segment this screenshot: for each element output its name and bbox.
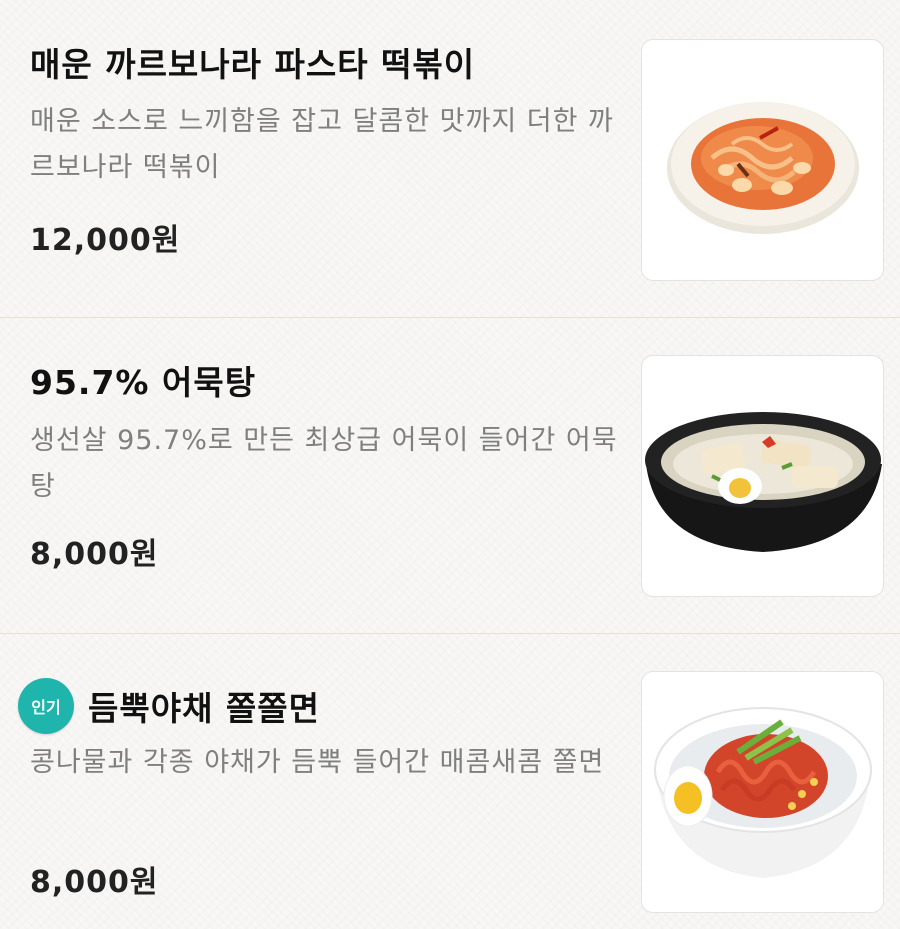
menu-item-image[interactable]	[641, 355, 884, 597]
menu-list: 매운 까르보나라 파스타 떡볶이 매운 소스로 느끼함을 잡고 달콤한 맛까지 …	[0, 0, 900, 929]
menu-item-title: 매운 까르보나라 파스타 떡볶이	[30, 45, 476, 84]
menu-item-title: 95.7% 어묵탕	[30, 363, 257, 402]
menu-item-title-row: 매운 까르보나라 파스타 떡볶이	[30, 38, 475, 86]
fishcake-soup-bowl-icon	[645, 412, 882, 552]
menu-item-fishcake-soup[interactable]: 95.7% 어묵탕 생선살 95.7%로 만든 최상급 어묵이 들어간 어묵탕 …	[0, 318, 900, 634]
menu-item-jjolmyeon[interactable]: 인기 듬뿍야채 쫄쫄면 콩나물과 각종 야채가 듬뿍 들어간 매콤새콤 쫄면 8…	[0, 634, 900, 929]
menu-item-carbonara-tteokbokki[interactable]: 매운 까르보나라 파스타 떡볶이 매운 소스로 느끼함을 잡고 달콤한 맛까지 …	[0, 0, 900, 318]
menu-item-title-row: 95.7% 어묵탕	[30, 356, 256, 404]
jjolmyeon-noodle-bowl-icon	[654, 707, 872, 878]
menu-item-image[interactable]	[641, 39, 884, 281]
menu-item-title: 듬뿍야채 쫄쫄면	[88, 689, 321, 728]
menu-item-title-row: 인기 듬뿍야채 쫄쫄면	[18, 678, 320, 734]
spicy-carbonara-tteokbokki-dish-icon	[667, 102, 859, 234]
menu-item-price: 12,000원	[30, 223, 181, 258]
menu-item-image[interactable]	[641, 671, 884, 913]
menu-item-description: 콩나물과 각종 야채가 듬뿍 들어간 매콤새콤 쫄면	[30, 747, 605, 778]
popular-badge: 인기	[18, 678, 74, 734]
menu-item-description: 생선살 95.7%로 만든 최상급 어묵이 들어간 어묵탕	[30, 425, 618, 502]
menu-item-price: 8,000원	[30, 537, 159, 572]
menu-item-description: 매운 소스로 느끼함을 잡고 달콤한 맛까지 더한 까르보나라 떡볶이	[30, 106, 614, 183]
menu-item-price: 8,000원	[30, 865, 159, 900]
